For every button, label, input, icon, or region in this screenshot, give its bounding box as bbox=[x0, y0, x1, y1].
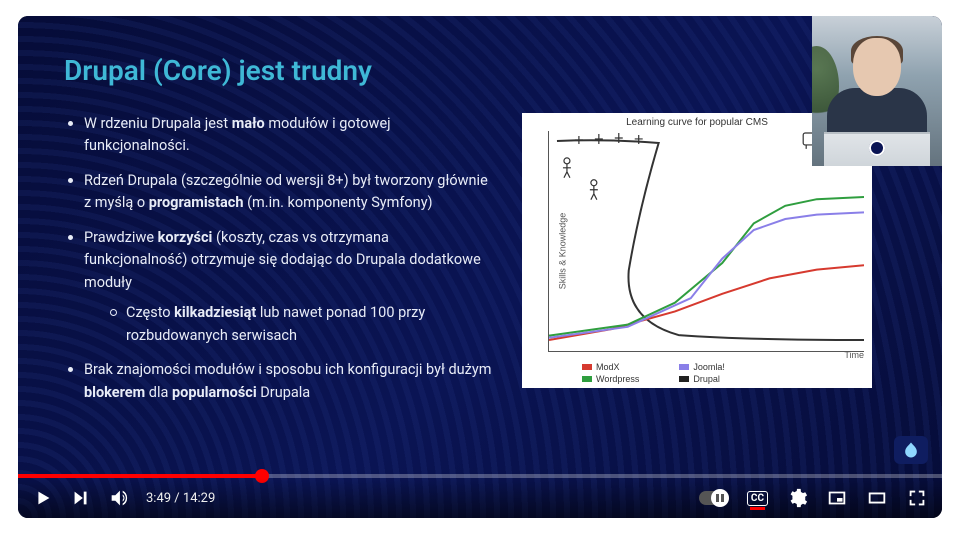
bullet-item: Rdzeń Drupala (szczególnie od wersji 8+)… bbox=[64, 170, 494, 215]
bullet-item: Brak znajomości modułów i sposobu ich ko… bbox=[64, 359, 494, 404]
chart-legend: ModX Joomla! Wordpress Drupal bbox=[582, 362, 725, 384]
theater-mode-button[interactable] bbox=[866, 487, 888, 509]
legend-item: Joomla! bbox=[679, 362, 725, 372]
play-button[interactable] bbox=[32, 487, 54, 509]
presentation-slide: Drupal (Core) jest trudny W rdzeniu Drup… bbox=[18, 16, 942, 518]
volume-button[interactable] bbox=[108, 487, 130, 509]
sub-bullet-item: Często kilkadziesiąt lub nawet ponad 100… bbox=[108, 302, 494, 347]
channel-watermark[interactable] bbox=[894, 436, 928, 464]
fullscreen-button[interactable] bbox=[906, 487, 928, 509]
slide-title: Drupal (Core) jest trudny bbox=[64, 54, 896, 87]
legend-item: Drupal bbox=[679, 374, 725, 384]
settings-button[interactable] bbox=[786, 487, 808, 509]
bullet-item: W rdzeniu Drupala jest mało modułów i go… bbox=[64, 113, 494, 158]
autoplay-toggle[interactable] bbox=[699, 491, 729, 505]
duration: 14:29 bbox=[183, 491, 215, 506]
bullet-item: Prawdziwe korzyści (koszty, czas vs otrz… bbox=[64, 227, 494, 347]
presenter-webcam bbox=[812, 16, 942, 166]
video-player: Drupal (Core) jest trudny W rdzeniu Drup… bbox=[18, 16, 942, 518]
miniplayer-button[interactable] bbox=[826, 487, 848, 509]
captions-button[interactable]: CC bbox=[747, 491, 768, 506]
player-controls: 3:49 / 14:29 CC bbox=[18, 478, 942, 518]
legend-item: ModX bbox=[582, 362, 639, 372]
time-display: 3:49 / 14:29 bbox=[146, 491, 215, 506]
legend-item: Wordpress bbox=[582, 374, 639, 384]
current-time: 3:49 bbox=[146, 491, 171, 506]
next-button[interactable] bbox=[70, 487, 92, 509]
slide-bullets: W rdzeniu Drupala jest mało modułów i go… bbox=[64, 113, 494, 416]
